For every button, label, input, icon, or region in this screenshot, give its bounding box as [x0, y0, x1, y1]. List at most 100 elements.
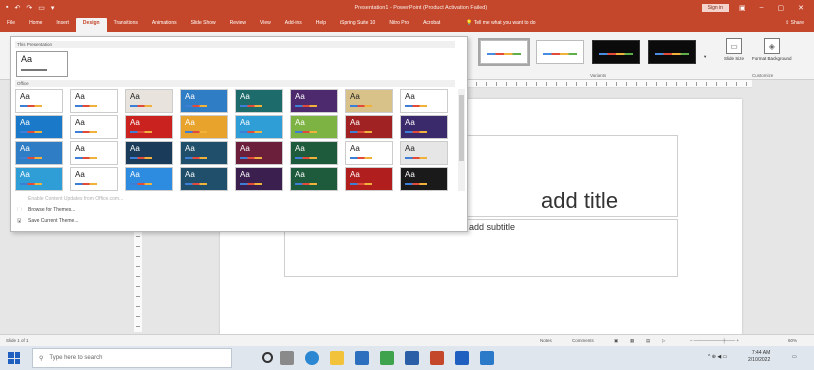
edge-icon[interactable]: [305, 351, 319, 365]
theme-thumbnail[interactable]: Aa: [400, 141, 448, 165]
theme-thumbnail[interactable]: Aa: [180, 89, 228, 113]
theme-thumbnail[interactable]: Aa: [345, 167, 393, 191]
slideshow-icon[interactable]: ▷: [662, 338, 665, 344]
reading-view-icon[interactable]: ▤: [646, 338, 650, 344]
variant-3[interactable]: [592, 40, 640, 64]
gallery-scrollbar-thumb[interactable]: [459, 95, 464, 161]
theme-thumbnail[interactable]: Aa: [345, 89, 393, 113]
theme-thumbnail[interactable]: Aa: [180, 141, 228, 165]
notifications-icon[interactable]: ▭: [792, 354, 797, 361]
tab-review[interactable]: Review: [223, 18, 253, 32]
task-view-icon[interactable]: [280, 351, 294, 365]
theme-color-bar: [405, 157, 427, 159]
tab-add-ins[interactable]: Add-ins: [278, 18, 309, 32]
tell-me-box[interactable]: 💡 Tell me what you want to do: [459, 18, 542, 32]
tab-transitions[interactable]: Transitions: [107, 18, 145, 32]
current-theme-thumbnail[interactable]: Aa: [16, 51, 68, 77]
theme-thumbnail[interactable]: Aa: [125, 115, 173, 139]
tab-acrobat[interactable]: Acrobat: [416, 18, 447, 32]
tab-home[interactable]: Home: [22, 18, 49, 32]
theme-aa: Aa: [185, 144, 195, 153]
save-theme-item[interactable]: 🖫 Save Current Theme...: [17, 218, 79, 224]
theme-thumbnail[interactable]: Aa: [15, 167, 63, 191]
maximize-icon[interactable]: ▢: [778, 4, 785, 12]
gallery-scrollbar[interactable]: [458, 89, 465, 191]
slide-sorter-icon[interactable]: ▦: [630, 338, 634, 344]
blue-app-icon[interactable]: [455, 351, 469, 365]
variant-1[interactable]: [478, 38, 530, 66]
photos-icon[interactable]: [480, 351, 494, 365]
browse-themes-item[interactable]: 🗀 Browse for Themes...: [17, 207, 75, 213]
theme-thumbnail[interactable]: Aa: [15, 115, 63, 139]
theme-thumbnail[interactable]: Aa: [345, 115, 393, 139]
variants-more-button[interactable]: ▾: [704, 54, 706, 59]
start-from-beginning-icon[interactable]: ▭: [38, 4, 45, 12]
tab-file[interactable]: File: [0, 18, 22, 32]
variant-4[interactable]: [648, 40, 696, 64]
theme-thumbnail[interactable]: Aa: [290, 89, 338, 113]
zoom-slider[interactable]: – ─────────┼─── +: [690, 338, 739, 343]
theme-thumbnail[interactable]: Aa: [70, 141, 118, 165]
theme-thumbnail[interactable]: Aa: [235, 115, 283, 139]
format-background-button[interactable]: ◈ Format Background: [752, 38, 792, 61]
clock[interactable]: 7:44 AM 2/10/2022: [748, 350, 770, 364]
chrome-icon[interactable]: [405, 351, 419, 365]
theme-thumbnail[interactable]: Aa: [180, 167, 228, 191]
comments-button[interactable]: Comments: [572, 338, 594, 343]
tab-ispring[interactable]: iSpring Suite 10: [333, 18, 382, 32]
tab-help[interactable]: Help: [309, 18, 333, 32]
store-icon[interactable]: [355, 351, 369, 365]
theme-thumbnail[interactable]: Aa: [290, 141, 338, 165]
green-app-icon[interactable]: [380, 351, 394, 365]
theme-thumbnail[interactable]: Aa: [125, 167, 173, 191]
redo-icon[interactable]: ↷: [26, 4, 32, 12]
slide-size-button[interactable]: ▭ Slide Size: [724, 38, 744, 61]
theme-thumbnail[interactable]: Aa: [125, 141, 173, 165]
save-icon[interactable]: ▪: [6, 4, 8, 12]
theme-thumbnail[interactable]: Aa: [15, 89, 63, 113]
windows-start-icon[interactable]: [8, 352, 20, 364]
share-button[interactable]: ⇪ Share: [775, 18, 814, 32]
sign-in-button[interactable]: Sign in: [701, 4, 729, 12]
ribbon-display-options-icon[interactable]: ▣: [739, 4, 746, 12]
theme-thumbnail[interactable]: Aa: [125, 89, 173, 113]
file-explorer-icon[interactable]: [330, 351, 344, 365]
theme-thumbnail[interactable]: Aa: [400, 89, 448, 113]
system-tray-icons[interactable]: ^ ⊕ ◀ ▭: [708, 354, 727, 361]
theme-aa: Aa: [20, 118, 30, 127]
powerpoint-taskbar-icon[interactable]: [430, 351, 444, 365]
theme-thumbnail[interactable]: Aa: [235, 89, 283, 113]
customize-icon[interactable]: ▾: [51, 4, 55, 12]
zoom-level[interactable]: 60%: [788, 338, 797, 343]
tab-slide-show[interactable]: Slide Show: [184, 18, 223, 32]
tab-view[interactable]: View: [253, 18, 278, 32]
theme-thumbnail[interactable]: Aa: [70, 115, 118, 139]
notes-button[interactable]: Notes: [540, 338, 552, 343]
theme-thumbnail[interactable]: Aa: [400, 115, 448, 139]
minimize-icon[interactable]: –: [760, 4, 764, 12]
taskbar-search[interactable]: ⚲ Type here to search: [32, 348, 232, 368]
theme-thumbnail[interactable]: Aa: [70, 89, 118, 113]
theme-thumbnail[interactable]: Aa: [290, 167, 338, 191]
undo-icon[interactable]: ↶: [14, 4, 20, 12]
tab-nitro[interactable]: Nitro Pro: [382, 18, 416, 32]
tab-animations[interactable]: Animations: [145, 18, 184, 32]
theme-thumbnail[interactable]: Aa: [345, 141, 393, 165]
normal-view-icon[interactable]: ▣: [614, 338, 618, 344]
theme-thumbnail[interactable]: Aa: [290, 115, 338, 139]
theme-thumbnail[interactable]: Aa: [15, 141, 63, 165]
theme-thumbnail[interactable]: Aa: [400, 167, 448, 191]
theme-thumbnail[interactable]: Aa: [235, 167, 283, 191]
theme-thumbnail[interactable]: Aa: [235, 141, 283, 165]
theme-thumbnail[interactable]: Aa: [70, 167, 118, 191]
cortana-icon[interactable]: [262, 352, 273, 363]
variants-group-label: Variants: [590, 73, 607, 78]
theme-thumbnail[interactable]: Aa: [180, 115, 228, 139]
theme-aa: Aa: [185, 92, 195, 101]
theme-aa: Aa: [350, 118, 360, 127]
tab-insert[interactable]: Insert: [49, 18, 76, 32]
close-icon[interactable]: ✕: [798, 4, 804, 12]
variant-2[interactable]: [536, 40, 584, 64]
theme-color-bar: [20, 183, 42, 185]
tab-design[interactable]: Design: [75, 18, 107, 32]
